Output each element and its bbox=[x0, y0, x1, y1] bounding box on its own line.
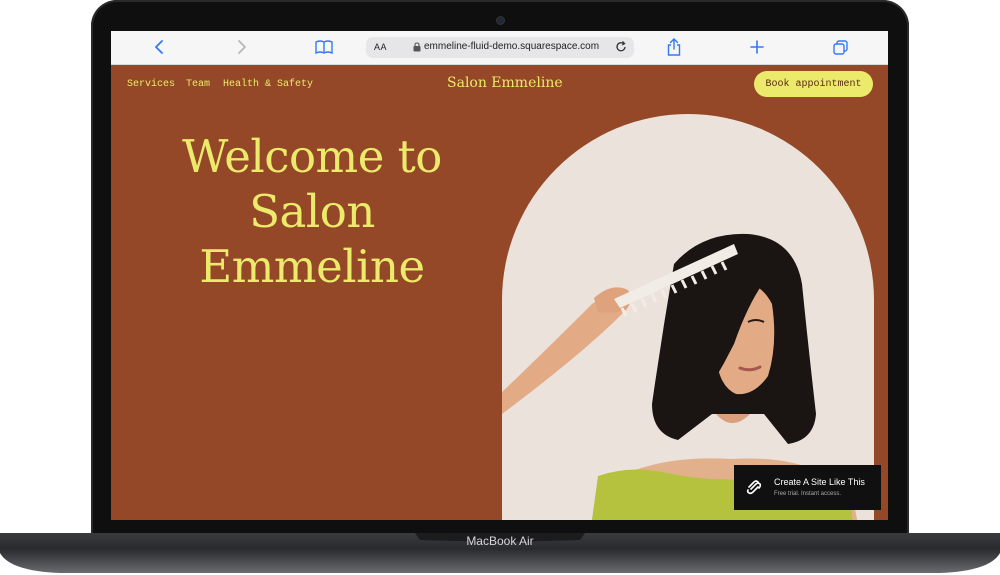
hero-line: Emmeline bbox=[199, 240, 425, 293]
badge-title: Create A Site Like This bbox=[774, 477, 865, 487]
camera bbox=[496, 16, 505, 25]
browser-toolbar: AA emmeline-fluid-demo.squarespace.com bbox=[111, 31, 888, 65]
reader-button[interactable]: AA bbox=[374, 42, 387, 52]
nav-services[interactable]: Services bbox=[127, 79, 175, 90]
lock-icon bbox=[413, 42, 421, 52]
chevron-right-icon[interactable] bbox=[235, 37, 249, 57]
hero-line: Salon bbox=[249, 185, 375, 238]
device-label: MacBook Air bbox=[466, 534, 534, 548]
hero-heading: Welcome to Salon Emmeline bbox=[111, 129, 513, 294]
book-icon[interactable] bbox=[314, 37, 334, 57]
badge-subtitle: Free trial. Instant access. bbox=[774, 491, 842, 497]
site-brand[interactable]: Salon Emmeline bbox=[447, 75, 563, 91]
tabs-icon[interactable] bbox=[832, 37, 848, 57]
hero-line: Welcome to bbox=[182, 130, 442, 183]
share-icon[interactable] bbox=[666, 37, 682, 57]
arm bbox=[502, 296, 626, 414]
hero-photo bbox=[502, 114, 874, 520]
reload-icon[interactable] bbox=[614, 40, 628, 54]
book-appointment-button[interactable]: Book appointment bbox=[754, 71, 873, 97]
screen: AA emmeline-fluid-demo.squarespace.com S… bbox=[111, 31, 888, 520]
address-bar[interactable]: AA emmeline-fluid-demo.squarespace.com bbox=[366, 37, 634, 58]
plus-icon[interactable] bbox=[749, 37, 765, 57]
squarespace-logo-icon bbox=[746, 480, 762, 495]
nav-health-safety[interactable]: Health & Safety bbox=[223, 79, 313, 90]
squarespace-badge[interactable]: Create A Site Like This Free trial. Inst… bbox=[734, 465, 881, 510]
chevron-left-icon[interactable] bbox=[152, 37, 166, 57]
nav-team[interactable]: Team bbox=[186, 79, 210, 90]
url-text: emmeline-fluid-demo.squarespace.com bbox=[424, 41, 600, 52]
